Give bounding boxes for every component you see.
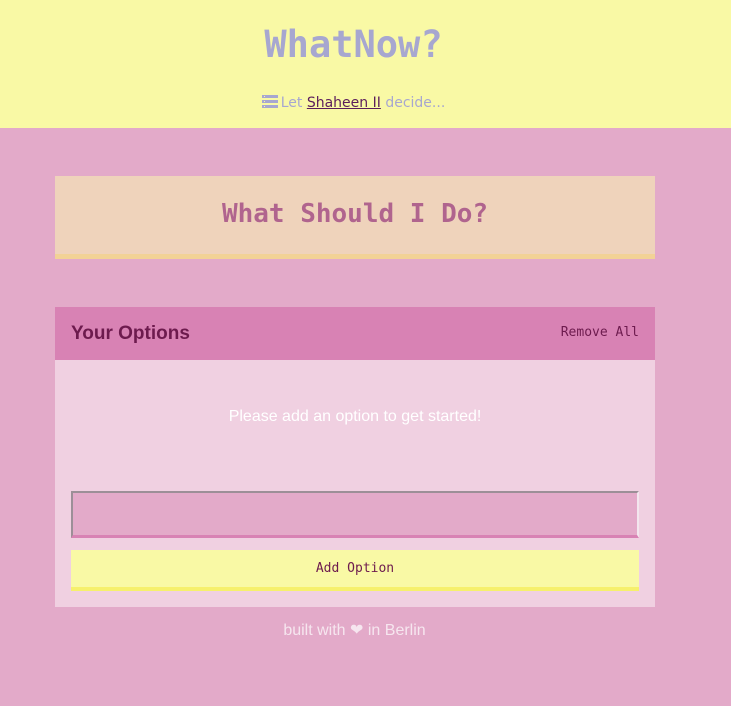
tagline-prefix: Let [280,95,303,111]
question-title: What Should I Do? [221,199,489,229]
app-title: WhatNow? [264,23,443,66]
app-header: WhatNow? Let Shaheen II decide... [0,0,731,128]
footer: built with ❤ in Berlin [0,621,709,641]
footer-prefix: built with [283,622,346,639]
remove-all-button[interactable]: Remove All [561,324,639,342]
empty-options-message: Please add an option to get started! [228,408,482,425]
heart-icon: ❤ [350,622,364,639]
tagline-suffix: decide... [385,95,446,111]
tagline: Let Shaheen II decide... [0,93,707,114]
question-box: What Should I Do? [55,176,655,259]
author-link[interactable]: Shaheen II [307,95,381,111]
add-option-button[interactable]: Add Option [71,550,639,591]
options-panel: Your Options Remove All Please add an op… [55,307,655,607]
option-input[interactable] [71,491,639,538]
options-header: Your Options Remove All [55,307,655,360]
footer-suffix: in Berlin [367,622,426,639]
stack-icon [261,94,278,114]
options-title: Your Options [71,323,190,344]
